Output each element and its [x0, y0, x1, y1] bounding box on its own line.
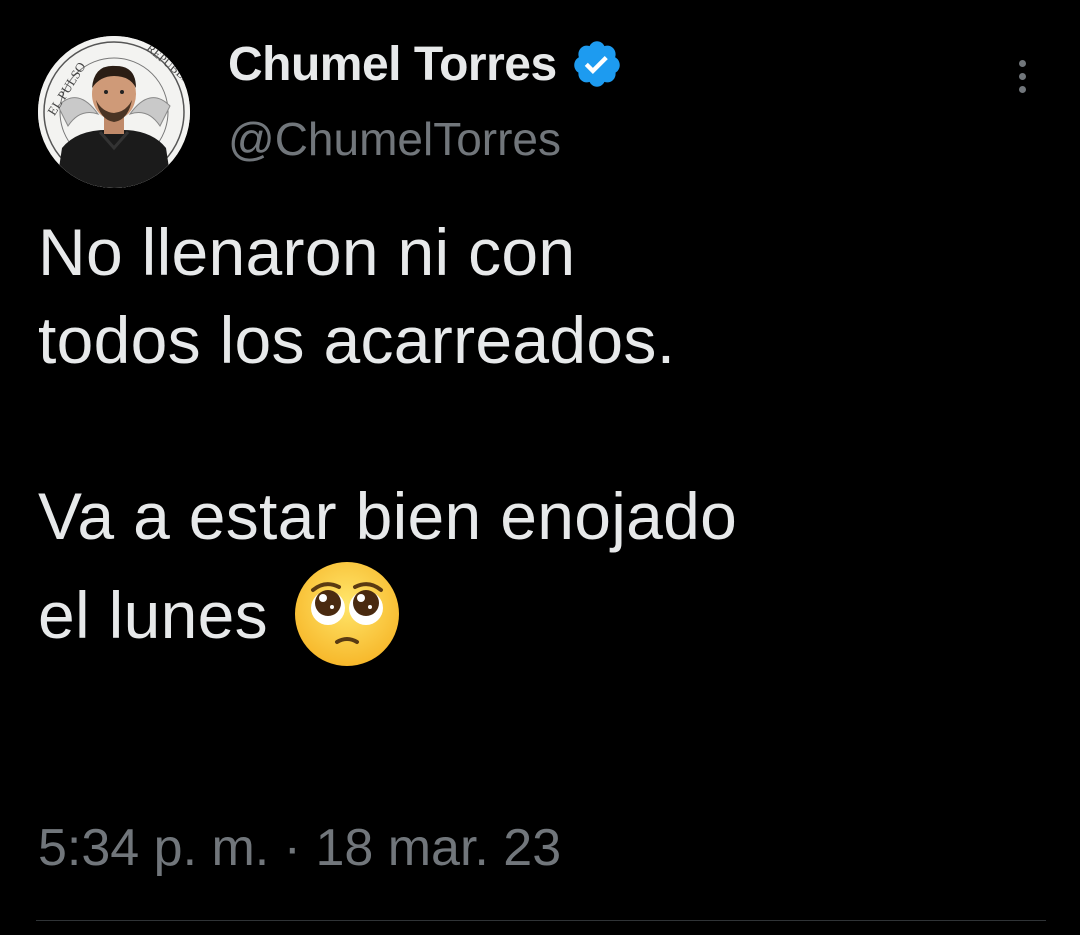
author-name-row: Chumel Torres: [228, 34, 623, 94]
tweet-text-line: todos los acarreados.: [38, 303, 676, 377]
tweet-timestamp[interactable]: 5:34 p. m. · 18 mar. 23: [38, 818, 561, 878]
author-name[interactable]: Chumel Torres: [228, 37, 557, 92]
avatar-image: EL PULSO REPUBLICA: [38, 36, 190, 188]
author-handle[interactable]: @ChumelTorres: [228, 112, 561, 166]
tweet-text-line: Va a estar bien enojado: [38, 479, 738, 553]
divider: [36, 920, 1046, 921]
tweet-text-line: el lunes: [38, 578, 268, 652]
more-options-icon: [1018, 59, 1026, 67]
tweet-text: No llenaron ni con todos los acarreados.…: [38, 208, 1048, 666]
avatar[interactable]: EL PULSO REPUBLICA: [38, 36, 190, 188]
tweet-text-line-last: el lunes: [38, 560, 1048, 666]
pleading-face-icon: [293, 560, 401, 668]
more-options-icon-dot: [1018, 85, 1026, 93]
verified-badge-icon: [571, 38, 623, 90]
tweet: EL PULSO REPUBLICA Chumel Torres @Chumel…: [0, 0, 1080, 935]
tweet-text-line: No llenaron ni con: [38, 215, 576, 289]
more-options-button[interactable]: [1002, 52, 1042, 100]
more-options-icon-dot: [1018, 72, 1026, 80]
